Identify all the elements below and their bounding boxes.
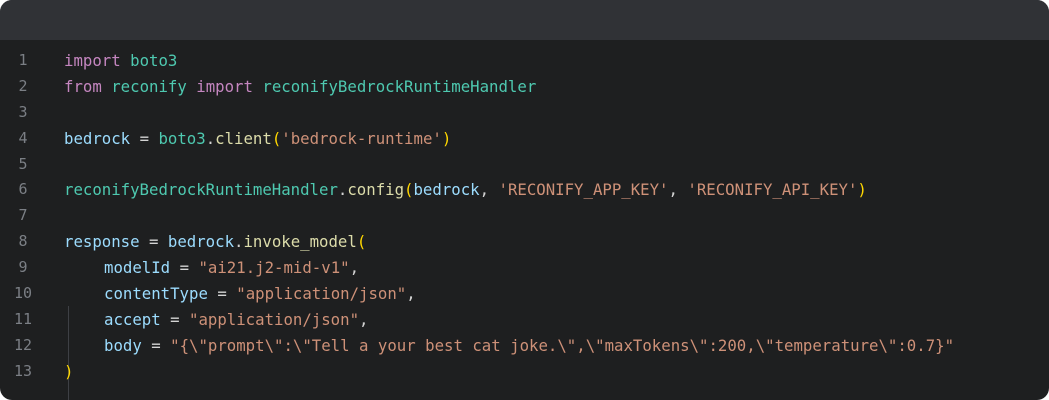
line-code: body = "{\"prompt\":\"Tell a your best c… (104, 333, 954, 359)
line-code: import boto3 (64, 48, 177, 74)
code-token: bedrock (167, 232, 235, 252)
code-token: client (215, 128, 272, 148)
code-token: ) (64, 361, 74, 381)
code-token: contentType (104, 284, 208, 304)
code-token: , (406, 284, 416, 304)
line-number: 3 (18, 102, 28, 121)
code-token: import (64, 51, 121, 70)
line-number: 11 (13, 309, 33, 328)
code-token: response (64, 232, 140, 252)
line-number: 4 (18, 128, 28, 147)
code-line: 6 reconifyBedrockRuntimeHandler.config(be… (0, 177, 1049, 203)
code-lines: 1 import boto3 2 from reconify import recon… (0, 48, 1049, 385)
code-line: 8 response = bedrock.invoke_model( (0, 229, 1049, 255)
code-token: = (141, 335, 171, 355)
code-token: reconifyBedrockRuntimeHandler (64, 180, 338, 200)
line-code: bedrock = boto3.client('bedrock-runtime'… (64, 126, 451, 152)
code-token: 'RECONIFY_APP_KEY' (498, 180, 669, 200)
line-code: contentType = "application/json", (104, 281, 416, 307)
line-number: 8 (18, 232, 28, 251)
code-token: invoke_model (243, 232, 357, 252)
line-number: 13 (13, 361, 33, 380)
code-token: ) (857, 180, 867, 200)
code-token: ) (441, 128, 452, 148)
line-code: reconifyBedrockRuntimeHandler.config(bed… (64, 177, 867, 203)
code-token: . (337, 180, 348, 200)
code-token: = (139, 232, 168, 252)
line-number: 12 (13, 335, 33, 354)
code-token: modelId (104, 258, 171, 278)
code-token: import (196, 76, 253, 96)
code-token: "application/json" (236, 284, 407, 304)
code-token: boto3 (158, 128, 206, 148)
code-token: bedrock (413, 180, 480, 200)
code-line: 2 from reconify import reconifyBedrockRun… (0, 74, 1049, 100)
line-number: 10 (13, 284, 33, 303)
code-token: from (64, 76, 102, 96)
code-token: "ai21.j2-mid-v1" (198, 258, 350, 278)
code-token: body (104, 335, 142, 355)
code-token: "application/json" (189, 309, 360, 329)
code-token: , (668, 180, 688, 200)
code-token: ( (271, 128, 282, 148)
code-line: 3 (0, 100, 1049, 126)
code-token: . (205, 128, 216, 148)
line-number: 5 (18, 154, 28, 173)
code-line: 13) (0, 359, 1049, 385)
line-number: 6 (18, 180, 28, 199)
code-token: config (347, 180, 405, 200)
code-block[interactable]: 1 import boto3 2 from reconify import recon… (0, 48, 1049, 400)
line-number: 2 (18, 76, 28, 95)
code-line: 9 modelId = "ai21.j2-mid-v1", (0, 255, 1049, 281)
code-token: reconify (111, 76, 187, 96)
line-code: ) (64, 359, 73, 385)
line-number: 7 (18, 206, 28, 225)
code-token: , (349, 258, 360, 278)
code-line: 10 contentType = "application/json", (0, 281, 1049, 307)
line-number: 1 (18, 51, 28, 69)
code-token: boto3 (130, 51, 178, 70)
line-code: modelId = "ai21.j2-mid-v1", (104, 255, 359, 281)
line-code: from reconify import reconifyBedrockRunt… (64, 74, 536, 100)
code-token: = (170, 258, 199, 278)
code-token: bedrock (64, 128, 131, 148)
code-line: 12 body = "{\"prompt\":\"Tell a your best… (0, 333, 1049, 359)
code-window: 1 import boto3 2 from reconify import recon… (0, 0, 1049, 400)
code-token: = (207, 284, 237, 304)
code-token: reconifyBedrockRuntimeHandler (262, 76, 537, 96)
code-token: = (130, 128, 159, 148)
code-line: 11 accept = "application/json", (0, 307, 1049, 333)
code-token: 'bedrock-runtime' (281, 128, 442, 148)
code-token: = (160, 309, 190, 329)
line-code: accept = "application/json", (104, 307, 368, 333)
code-token: ( (356, 232, 367, 252)
code-line: 5 (0, 152, 1049, 178)
code-token: , (359, 309, 369, 329)
code-token: 'RECONIFY_API_KEY' (687, 180, 858, 200)
line-number: 9 (18, 258, 28, 277)
code-line: 1 import boto3 (0, 48, 1049, 74)
code-line: 7 (0, 203, 1049, 229)
code-token: "{\"prompt\":\"Tell a your best cat joke… (170, 335, 955, 355)
line-code: response = bedrock.invoke_model( (64, 229, 366, 255)
code-line: 4 bedrock = boto3.client('bedrock-runtime… (0, 126, 1049, 152)
code-token: , (479, 180, 499, 200)
code-token: accept (104, 309, 161, 329)
window-titlebar (0, 0, 1049, 40)
